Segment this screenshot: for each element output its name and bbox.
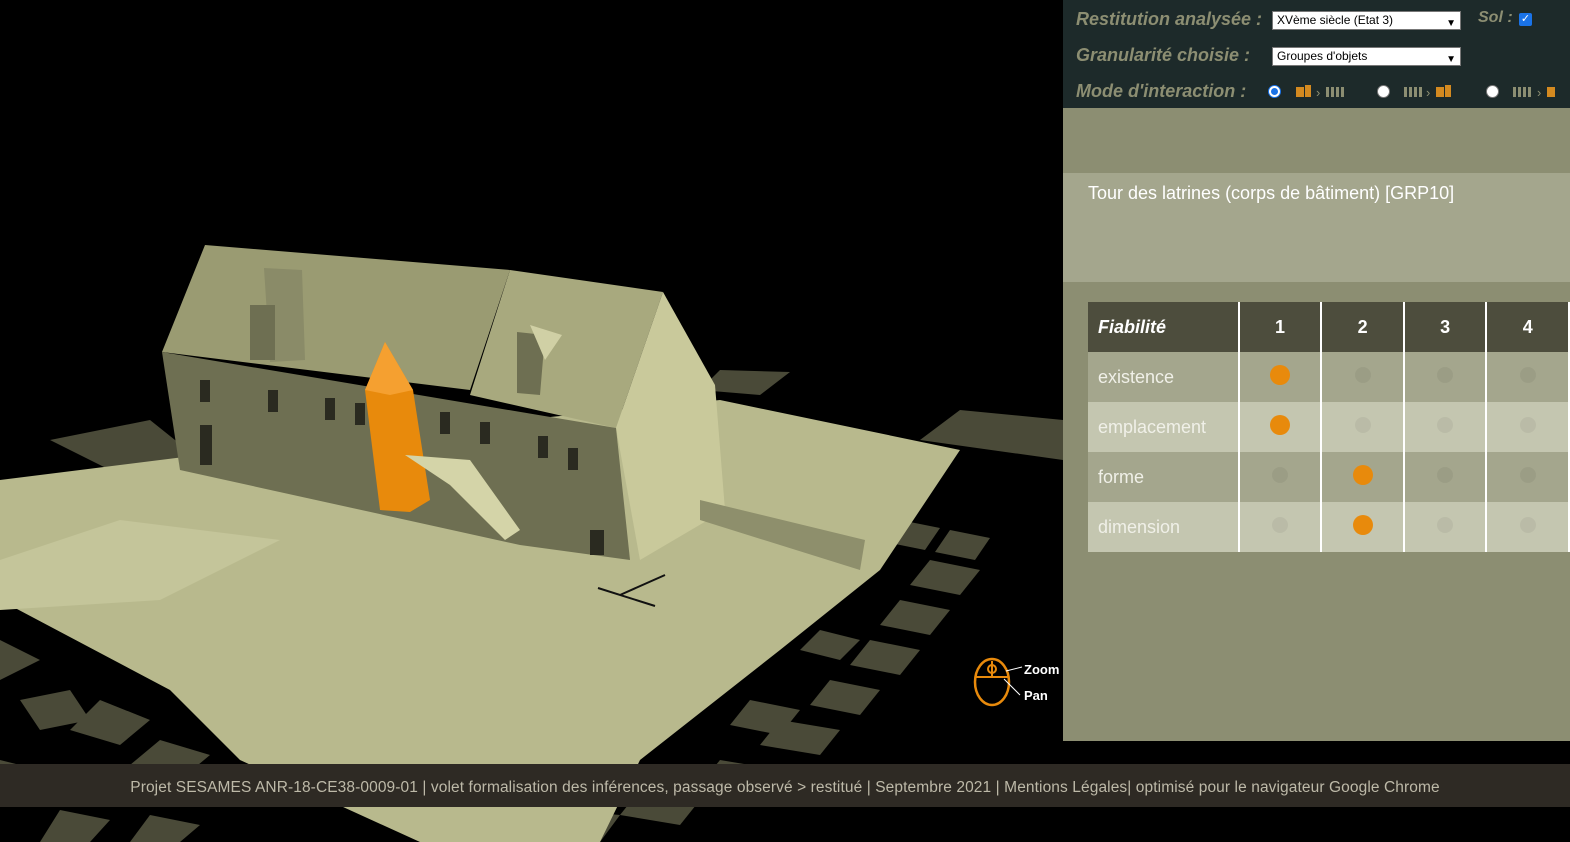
table-cell — [1238, 502, 1323, 552]
object-info-box: Tour des latrines (corps de bâtiment) [G… — [1063, 173, 1570, 282]
objects-to-grid-icon: › — [1296, 85, 1344, 100]
table-cell — [1486, 452, 1570, 502]
table-cell — [1403, 502, 1488, 552]
table-cell — [1403, 452, 1488, 502]
sol-checkbox[interactable]: ✓ — [1519, 13, 1532, 26]
criterion-label: existence — [1088, 352, 1240, 402]
column-header: 1 — [1238, 302, 1323, 352]
table-cell — [1403, 402, 1488, 452]
info-panel: Tour des latrines (corps de bâtiment) [G… — [1063, 108, 1570, 741]
mode-radio-3[interactable] — [1486, 85, 1499, 98]
reliability-table: Fiabilité 1 2 3 4 existence emplacement … — [1088, 302, 1570, 552]
criterion-label: emplacement — [1088, 402, 1240, 452]
table-cell — [1321, 402, 1405, 452]
svg-text:›: › — [1537, 85, 1541, 100]
table-cell — [1403, 352, 1488, 402]
table-cell — [1238, 402, 1323, 452]
reliability-dot — [1352, 514, 1373, 535]
mode-radio-1[interactable] — [1268, 85, 1281, 98]
reliability-dot — [1270, 414, 1291, 435]
grid-to-objects-alt-icon: › — [1513, 85, 1555, 100]
table-cell — [1321, 352, 1405, 402]
svg-text:›: › — [1426, 85, 1430, 100]
empty-dot — [1437, 416, 1454, 433]
chevron-down-icon: ▼ — [1446, 54, 1456, 65]
object-title: Tour des latrines (corps de bâtiment) [G… — [1088, 183, 1455, 203]
table-cell — [1238, 352, 1323, 402]
empty-dot — [1437, 466, 1454, 483]
table-header-row: Fiabilité 1 2 3 4 — [1088, 302, 1570, 352]
empty-dot — [1519, 366, 1536, 383]
empty-dot — [1272, 466, 1289, 483]
controls-bar: Restitution analysée : XVème siècle (Eta… — [1063, 0, 1570, 108]
restitution-label: Restitution analysée : — [1076, 9, 1263, 29]
empty-dot — [1519, 516, 1536, 533]
empty-dot — [1354, 416, 1371, 433]
reliability-dot — [1352, 464, 1373, 485]
column-header: 4 — [1486, 302, 1570, 352]
table-cell — [1321, 502, 1405, 552]
zoom-hint-label: Zoom — [1024, 662, 1060, 677]
restitution-select[interactable]: XVème siècle (Etat 3) ▼ — [1272, 11, 1461, 30]
column-header: 2 — [1321, 302, 1405, 352]
granularite-label: Granularité choisie : — [1076, 45, 1251, 65]
criterion-label: forme — [1088, 452, 1240, 502]
chevron-down-icon: ▼ — [1446, 18, 1456, 29]
table-row: dimension — [1088, 502, 1570, 552]
grid-to-objects-icon: › — [1404, 85, 1451, 100]
reliability-dot — [1270, 364, 1291, 385]
restitution-value: XVème siècle (Etat 3) — [1277, 13, 1394, 27]
table-cell — [1321, 452, 1405, 502]
table-header-label: Fiabilité — [1088, 302, 1240, 352]
table-cell — [1486, 352, 1570, 402]
table-cell — [1238, 452, 1323, 502]
mode-label: Mode d'interaction : — [1076, 81, 1247, 101]
empty-dot — [1519, 466, 1536, 483]
empty-dot — [1437, 366, 1454, 383]
table-row: forme — [1088, 452, 1570, 502]
svg-text:›: › — [1316, 85, 1320, 100]
footer: Projet SESAMES ANR-18-CE38-0009-01 | vol… — [0, 764, 1570, 807]
empty-dot — [1272, 516, 1289, 533]
table-cell — [1486, 402, 1570, 452]
table-row: emplacement — [1088, 402, 1570, 452]
empty-dot — [1437, 516, 1454, 533]
table-cell — [1486, 502, 1570, 552]
granularite-select[interactable]: Groupes d'objets ▼ — [1272, 47, 1461, 66]
table-row: existence — [1088, 352, 1570, 402]
granularite-value: Groupes d'objets — [1277, 49, 1368, 63]
mode-radio-2[interactable] — [1377, 85, 1390, 98]
empty-dot — [1354, 366, 1371, 383]
criterion-label: dimension — [1088, 502, 1240, 552]
empty-dot — [1519, 416, 1536, 433]
pan-hint-label: Pan — [1024, 688, 1048, 703]
column-header: 3 — [1403, 302, 1488, 352]
sol-label: Sol : — [1478, 9, 1513, 26]
